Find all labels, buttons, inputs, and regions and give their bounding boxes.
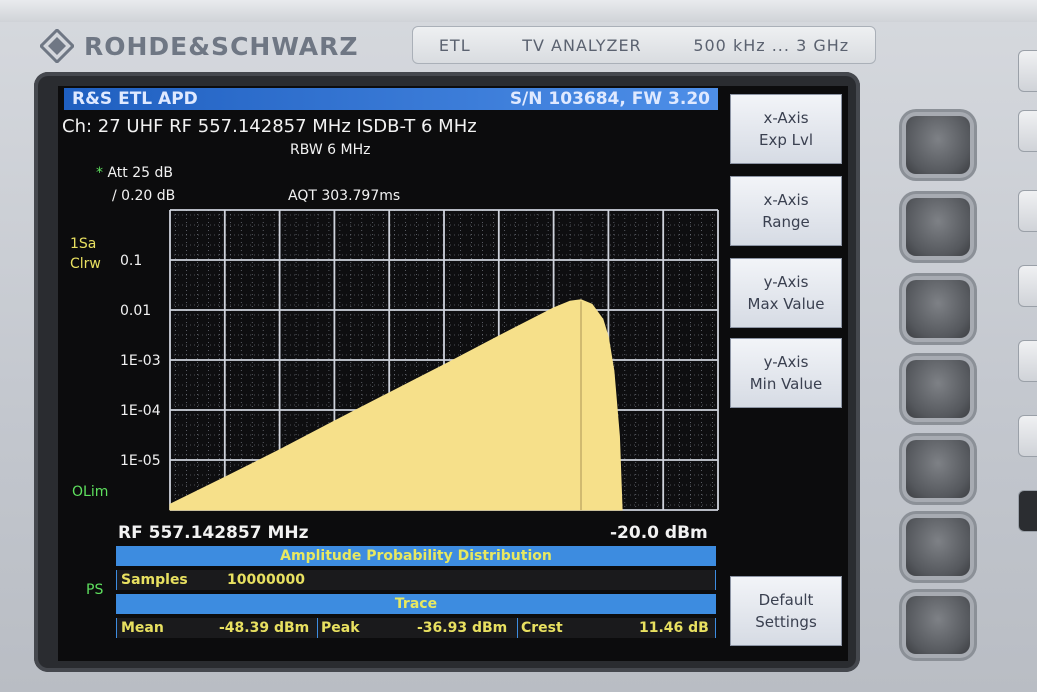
panel-button[interactable] — [1018, 50, 1037, 92]
softkey-line2: Range — [762, 213, 810, 231]
side-label-1sa: 1Sa — [70, 236, 97, 252]
attenuation-info: * Att 25 dB — [96, 165, 173, 181]
hardware-softkey-2[interactable] — [906, 198, 970, 256]
display-screen: R&S ETL APD S/N 103684, FW 3.20 Ch: 27 U… — [58, 86, 848, 661]
results-table: Amplitude Probability Distribution Sampl… — [116, 546, 716, 638]
side-label-clrw: Clrw — [70, 256, 101, 272]
att-value: Att 25 dB — [107, 165, 173, 181]
model-range: 500 kHz ... 3 GHz — [693, 35, 850, 55]
plot-bottom-left: RF 557.142857 MHz — [118, 523, 309, 543]
softkey-line1: y-Axis — [763, 272, 809, 291]
softkey-y-axis-max-value[interactable]: y-Axis Max Value — [730, 258, 842, 328]
model-name: ETL — [438, 35, 471, 55]
brand-name: ROHDE&SCHWARZ — [84, 31, 359, 61]
hardware-softkey-4[interactable] — [906, 360, 970, 418]
y-tick-label: 1E-03 — [120, 353, 161, 369]
hardware-softkey-6[interactable] — [906, 518, 970, 576]
panel-button[interactable] — [1018, 415, 1037, 457]
brand: ROHDE&SCHWARZ — [38, 27, 359, 65]
app-title: R&S ETL APD — [72, 89, 198, 109]
model-type: TV ANALYZER — [522, 35, 642, 55]
panel-button[interactable] — [1018, 110, 1037, 152]
y-tick-label: 1E-05 — [120, 453, 161, 469]
peak-value: -36.93 dBm — [417, 620, 508, 636]
mean-value: -48.39 dBm — [219, 620, 310, 636]
softkey-line2: Settings — [755, 613, 817, 631]
trace-stats-row: Mean -48.39 dBm Peak -36.93 dBm Crest 11… — [116, 618, 716, 638]
softkey-line1: Default — [758, 590, 814, 609]
hardware-softkey-1[interactable] — [906, 116, 970, 174]
softkey-line1: x-Axis — [763, 108, 809, 127]
aqt-info: AQT 303.797ms — [288, 188, 401, 204]
cell-divider — [517, 618, 518, 638]
hardware-softkey-3[interactable] — [906, 280, 970, 338]
softkey-line2: Max Value — [747, 295, 825, 313]
softkey-line1: x-Axis — [763, 190, 809, 209]
peak-label: Peak — [321, 620, 360, 636]
panel-button[interactable] — [1018, 190, 1037, 232]
panel-button[interactable] — [1018, 340, 1037, 382]
plot-bottom-right: -20.0 dBm — [610, 523, 708, 543]
crest-value: 11.46 dB — [639, 620, 709, 636]
top-strip — [0, 0, 1037, 22]
brand-logo-icon — [38, 27, 76, 65]
y-tick-label: 0.1 — [120, 253, 142, 269]
side-label-olim: OLim — [72, 484, 109, 500]
softkey-y-axis-min-value[interactable]: y-Axis Min Value — [730, 338, 842, 408]
softkey-line2: Exp Lvl — [758, 131, 814, 149]
softkey-x-axis-exp-lvl[interactable]: x-Axis Exp Lvl — [730, 94, 842, 164]
samples-value: 10000000 — [227, 572, 305, 588]
samples-row: Samples 10000000 — [116, 570, 716, 590]
panel-button[interactable] — [1018, 265, 1037, 307]
side-label-ps: PS — [86, 582, 104, 598]
mean-label: Mean — [121, 620, 164, 636]
title-bar: R&S ETL APD S/N 103684, FW 3.20 — [64, 88, 718, 110]
hardware-softkey-7[interactable] — [906, 596, 970, 654]
apd-plot: 0.1 0.01 1E-03 1E-04 1E-05 — [112, 208, 722, 520]
softkey-x-axis-range[interactable]: x-Axis Range — [730, 176, 842, 246]
y-tick-label: 1E-04 — [120, 403, 161, 419]
cell-divider — [317, 618, 318, 638]
apd-plot-svg: 0.1 0.01 1E-03 1E-04 1E-05 — [120, 209, 719, 511]
softkey-line2: Min Value — [749, 375, 823, 393]
hardware-softkey-5[interactable] — [906, 440, 970, 498]
rbw-info: RBW 6 MHz — [290, 142, 371, 158]
y-tick-label: 0.01 — [120, 303, 151, 319]
panel-button-dark[interactable] — [1018, 490, 1037, 532]
serial-info: S/N 103684, FW 3.20 — [509, 89, 710, 109]
channel-info: Ch: 27 UHF RF 557.142857 MHz ISDB-T 6 MH… — [62, 116, 477, 137]
model-plate: ETL TV ANALYZER 500 kHz ... 3 GHz — [412, 26, 876, 64]
softkey-default-settings[interactable]: Default Settings — [730, 576, 842, 646]
crest-label: Crest — [521, 620, 563, 636]
table-title: Amplitude Probability Distribution — [116, 546, 716, 566]
ref-info: / 0.20 dB — [112, 188, 176, 204]
att-star-marker: * — [96, 165, 103, 181]
trace-title: Trace — [116, 594, 716, 614]
softkey-line1: y-Axis — [763, 352, 809, 371]
samples-label: Samples — [121, 572, 188, 588]
